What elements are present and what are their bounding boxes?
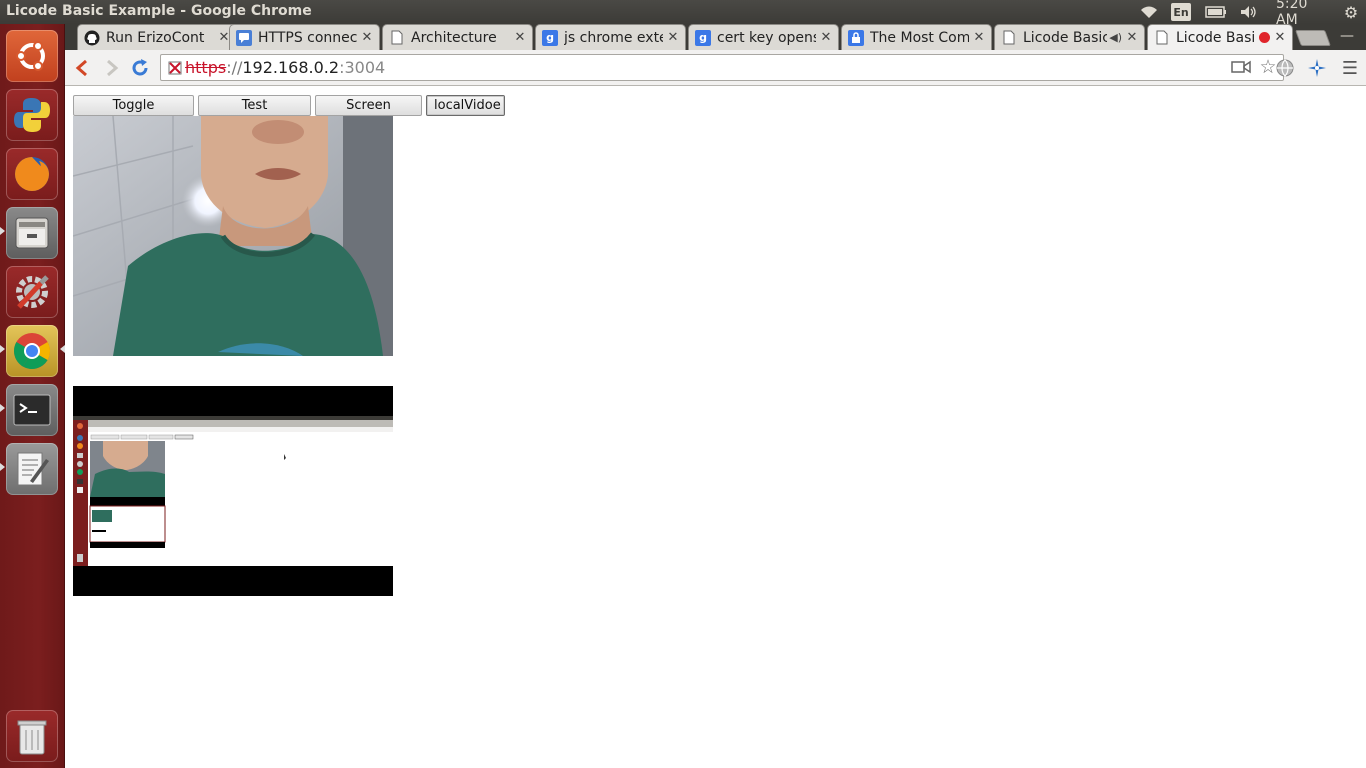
url-separator: ://: [226, 58, 243, 77]
toggle-recording-button[interactable]: Toggle Recording: [73, 95, 194, 132]
camera-icon[interactable]: [1231, 59, 1251, 77]
tab-run-erizocont[interactable]: Run ErizoCont ✕: [77, 24, 237, 50]
forward-button[interactable]: [99, 55, 125, 81]
page-icon: [1154, 30, 1170, 46]
address-bar[interactable]: https://192.168.0.2:3004 ☆: [160, 54, 1284, 81]
reload-button[interactable]: [127, 55, 153, 81]
tab-label: cert key opens: [717, 29, 816, 46]
close-icon[interactable]: ✕: [1274, 30, 1286, 45]
tab-js-chrome-exte[interactable]: g js chrome exte ✕: [535, 24, 686, 50]
window-title: Licode Basic Example - Google Chrome: [6, 3, 312, 19]
close-icon[interactable]: ✕: [514, 30, 526, 45]
url-scheme: https: [185, 58, 227, 77]
screen-sharing-button[interactable]: Screen Sharing: [315, 95, 422, 132]
local-video-button[interactable]: localVidoe: [426, 95, 505, 116]
chrome-icon[interactable]: [6, 325, 58, 377]
tab-https-connec[interactable]: HTTPS connec ✕: [229, 24, 380, 50]
close-icon[interactable]: ✕: [667, 30, 679, 45]
tab-label: Licode Basic: [1023, 29, 1108, 46]
ubuntu-dash-icon[interactable]: [6, 30, 58, 82]
screen-share-video[interactable]: [73, 386, 393, 596]
running-indicator: [0, 345, 5, 353]
browser-window: Run ErizoCont ✕ HTTPS connec ✕ Architect…: [65, 24, 1366, 768]
star-extension-icon[interactable]: [1305, 56, 1329, 80]
running-indicator: [0, 404, 5, 412]
tab-architecture[interactable]: Architecture ✕: [382, 24, 533, 50]
terminal-icon[interactable]: [6, 384, 58, 436]
recording-icon: [1259, 32, 1270, 43]
files-icon[interactable]: [6, 207, 58, 259]
back-button[interactable]: [69, 55, 95, 81]
launcher: [0, 24, 65, 768]
browser-toolbar: https://192.168.0.2:3004 ☆ ☰: [65, 50, 1366, 86]
close-icon[interactable]: ✕: [361, 30, 373, 45]
chat-icon: [236, 29, 252, 46]
trash-icon[interactable]: [6, 710, 58, 762]
tab-label: HTTPS connec: [258, 29, 357, 46]
new-tab-button[interactable]: [1295, 30, 1331, 46]
test-connection-button[interactable]: Test Connection: [198, 95, 311, 132]
google-icon: g: [542, 29, 558, 46]
speaker-icon: ◀): [1109, 31, 1122, 44]
local-video[interactable]: [73, 116, 393, 356]
google-icon: g: [695, 29, 711, 46]
keyboard-language-indicator[interactable]: En: [1171, 3, 1191, 21]
close-icon[interactable]: ✕: [1126, 30, 1138, 45]
menu-icon[interactable]: ☰: [1338, 56, 1362, 80]
camera-feed-image: [73, 116, 393, 356]
page-content: Toggle Recording Test Connection Screen …: [65, 87, 1366, 768]
url-host: 192.168.0.2: [242, 58, 340, 77]
top-panel: Licode Basic Example - Google Chrome En …: [0, 0, 1366, 28]
tab-label: js chrome exte: [564, 29, 663, 46]
running-indicator: [0, 463, 5, 471]
tab-licode-basic-1[interactable]: Licode Basic ◀) ✕: [994, 24, 1145, 50]
tab-label: The Most Com: [870, 29, 969, 46]
text-editor-icon[interactable]: [6, 443, 58, 495]
tab-strip: Run ErizoCont ✕ HTTPS connec ✕ Architect…: [65, 24, 1366, 50]
python-icon[interactable]: [6, 89, 58, 141]
screen-share-image: [73, 386, 393, 596]
minimize-icon[interactable]: —: [1333, 24, 1361, 48]
clock[interactable]: 5:20 AM: [1276, 0, 1332, 28]
system-settings-icon[interactable]: [6, 266, 58, 318]
tab-label: Architecture: [411, 29, 497, 46]
close-icon[interactable]: ✕: [973, 30, 985, 45]
tab-label: Licode Basic: [1176, 29, 1255, 46]
lock-page-icon: [848, 29, 864, 46]
volume-icon[interactable]: [1238, 2, 1260, 22]
url-port: :3004: [339, 58, 386, 77]
tab-label: Run ErizoCont: [106, 29, 205, 46]
globe-extension-icon[interactable]: [1273, 56, 1297, 80]
close-icon[interactable]: ✕: [820, 30, 832, 45]
gear-icon[interactable]: ⚙: [1340, 2, 1362, 22]
insecure-lock-icon[interactable]: [167, 60, 183, 76]
tab-licode-basic-active[interactable]: Licode Basic ✕: [1147, 24, 1293, 50]
battery-icon[interactable]: [1204, 2, 1228, 22]
page-icon: [1001, 30, 1017, 46]
tab-cert-key-opens[interactable]: g cert key opens ✕: [688, 24, 839, 50]
firefox-icon[interactable]: [6, 148, 58, 200]
wifi-icon[interactable]: [1138, 2, 1160, 22]
page-icon: [389, 30, 405, 46]
tab-the-most-com[interactable]: The Most Com ✕: [841, 24, 992, 50]
github-icon: [84, 30, 100, 46]
running-indicator: [0, 227, 5, 235]
